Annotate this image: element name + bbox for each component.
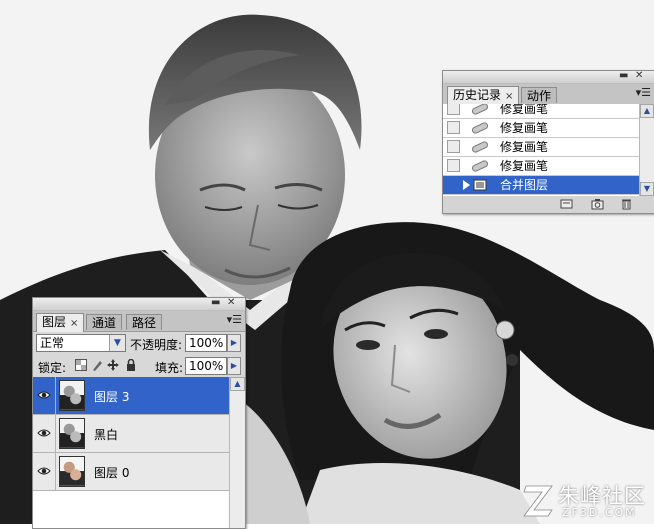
layers-tabs: 图层 × 通道 路径 ▾☰ bbox=[33, 311, 245, 332]
layer-row[interactable]: 黑白 bbox=[33, 415, 229, 453]
minimize-icon[interactable]: ▬ bbox=[211, 297, 220, 309]
blend-mode-select[interactable]: 正常 ▼ bbox=[36, 334, 126, 352]
tab-paths[interactable]: 路径 bbox=[126, 314, 163, 330]
eye-icon[interactable] bbox=[37, 388, 51, 402]
divider bbox=[55, 415, 56, 452]
panel-titlebar[interactable]: ▬ ✕ bbox=[33, 297, 245, 311]
layer-thumbnail bbox=[59, 456, 85, 487]
history-item[interactable]: 修复画笔 bbox=[443, 104, 639, 119]
eye-icon[interactable] bbox=[37, 426, 51, 440]
history-scrollbar[interactable]: ▲ ▼ bbox=[639, 104, 654, 196]
healing-brush-icon bbox=[471, 104, 489, 115]
layer-name: 图层 3 bbox=[94, 390, 130, 404]
layer-row[interactable]: 图层 0 bbox=[33, 453, 229, 491]
chevron-down-icon[interactable]: ▼ bbox=[109, 335, 125, 351]
watermark: 朱峰社区 ZF3D.COM bbox=[520, 476, 654, 524]
history-item-selected[interactable]: 合并图层 bbox=[443, 176, 639, 195]
snapshot-source-checkbox[interactable] bbox=[447, 159, 460, 172]
layers-scrollbar[interactable]: ▲ bbox=[229, 377, 245, 528]
merge-layers-icon bbox=[473, 179, 487, 191]
history-state-slider-icon[interactable] bbox=[463, 180, 470, 190]
layer-thumbnail bbox=[59, 418, 85, 449]
lock-transparent-pixels-icon[interactable] bbox=[75, 359, 87, 371]
lock-all-icon[interactable] bbox=[125, 359, 137, 371]
lock-label: 锁定: bbox=[38, 361, 67, 375]
tab-actions[interactable]: 动作 bbox=[521, 87, 558, 103]
tab-close-icon[interactable]: × bbox=[70, 318, 78, 329]
divider bbox=[55, 377, 56, 414]
tab-channels[interactable]: 通道 bbox=[86, 314, 123, 330]
healing-brush-icon bbox=[471, 122, 489, 134]
opacity-label: 不透明度: bbox=[130, 338, 183, 352]
close-icon[interactable]: ✕ bbox=[227, 297, 235, 309]
snapshot-source-checkbox[interactable] bbox=[447, 104, 460, 115]
tab-close-icon[interactable]: × bbox=[505, 91, 513, 102]
new-snapshot-icon[interactable] bbox=[591, 198, 604, 210]
history-toolbar bbox=[443, 196, 654, 213]
layer-row-selected[interactable]: 图层 3 bbox=[33, 377, 229, 415]
lock-image-pixels-icon[interactable] bbox=[91, 359, 103, 371]
history-item[interactable]: 修复画笔 bbox=[443, 157, 639, 176]
minimize-icon[interactable]: ▬ bbox=[619, 70, 628, 82]
divider bbox=[55, 453, 56, 490]
fill-slider-arrow-icon[interactable]: ▶ bbox=[227, 357, 241, 375]
brand-logo-icon bbox=[523, 485, 553, 517]
layers-panel: ▬ ✕ 图层 × 通道 路径 ▾☰ 正常 ▼ 不透明度: 100% ▶ 锁定: 填… bbox=[32, 297, 246, 529]
lock-position-icon[interactable] bbox=[107, 359, 119, 371]
close-icon[interactable]: ✕ bbox=[635, 70, 643, 82]
opacity-slider-arrow-icon[interactable]: ▶ bbox=[227, 334, 241, 352]
layer-thumbnail bbox=[59, 380, 85, 411]
trash-icon[interactable] bbox=[620, 198, 633, 210]
snapshot-source-checkbox[interactable] bbox=[447, 178, 460, 191]
eye-icon[interactable] bbox=[37, 464, 51, 478]
scroll-up-icon[interactable]: ▲ bbox=[640, 104, 654, 118]
layer-name: 黑白 bbox=[94, 428, 119, 442]
panel-menu-icon[interactable]: ▾☰ bbox=[636, 87, 651, 99]
watermark-domain: ZF3D.COM bbox=[562, 506, 637, 519]
history-panel: ▬ ✕ 历史记录 × 动作 ▾☰ 修复画笔 修复画笔 修复画笔 修复画笔 合并图… bbox=[442, 70, 654, 214]
healing-brush-icon bbox=[471, 160, 489, 172]
snapshot-source-checkbox[interactable] bbox=[447, 121, 460, 134]
blend-options-row: 正常 ▼ 不透明度: 100% ▶ bbox=[33, 331, 245, 355]
tab-history[interactable]: 历史记录 × bbox=[447, 86, 520, 105]
snapshot-source-checkbox[interactable] bbox=[447, 140, 460, 153]
history-item[interactable]: 修复画笔 bbox=[443, 138, 639, 157]
panel-menu-icon[interactable]: ▾☰ bbox=[227, 314, 242, 326]
layer-name: 图层 0 bbox=[94, 466, 130, 480]
fill-label: 填充: bbox=[155, 361, 184, 375]
history-list: 修复画笔 修复画笔 修复画笔 修复画笔 合并图层 bbox=[443, 104, 639, 196]
layers-list: 图层 3 黑白 图层 0 bbox=[33, 377, 229, 528]
opacity-input[interactable]: 100% bbox=[185, 334, 227, 352]
tab-layers[interactable]: 图层 × bbox=[36, 313, 85, 332]
history-tabs: 历史记录 × 动作 ▾☰ bbox=[443, 84, 654, 105]
history-item[interactable]: 修复画笔 bbox=[443, 119, 639, 138]
lock-fill-row: 锁定: 填充: 100% ▶ bbox=[33, 355, 245, 377]
fill-input[interactable]: 100% bbox=[185, 357, 227, 375]
scroll-down-icon[interactable]: ▼ bbox=[640, 182, 654, 196]
new-document-from-state-icon[interactable] bbox=[560, 198, 573, 210]
panel-titlebar[interactable]: ▬ ✕ bbox=[443, 70, 654, 84]
healing-brush-icon bbox=[471, 141, 489, 153]
scroll-up-icon[interactable]: ▲ bbox=[230, 377, 245, 391]
